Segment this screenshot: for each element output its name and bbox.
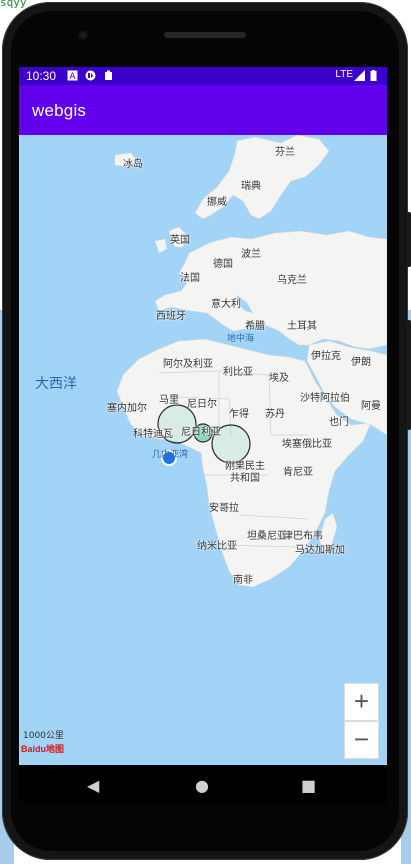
country-label: 阿尔及利亚 [163, 359, 213, 370]
device-screen: 10:30 A LTE webgis 大西洋 地中海 冰岛 芬兰 瑞典 挪威 英… [19, 67, 387, 765]
app-title: webgis [32, 101, 87, 120]
network-type: LTE [335, 69, 353, 80]
country-label: 尼日尔 [187, 399, 217, 410]
sea-label: 地中海 [227, 334, 255, 344]
a-icon: A [67, 70, 78, 82]
country-label: 乌克兰 [277, 275, 307, 286]
country-label: 土耳其 [287, 321, 317, 332]
app-bar: webgis [19, 85, 387, 135]
zoom-in-button[interactable]: + [344, 683, 379, 721]
country-label: 西班牙 [156, 311, 186, 322]
country-label: 伊拉克 [311, 351, 341, 362]
country-label: 德国 [213, 259, 233, 270]
sea-label: 几内亚湾 [152, 450, 189, 460]
country-label: 瑞典 [241, 181, 261, 192]
battery-icon [368, 70, 379, 81]
map-canvas[interactable] [19, 135, 387, 765]
country-label: 冰岛 [123, 159, 143, 170]
recents-button[interactable]: ■ [301, 776, 316, 795]
country-label: 乍得 [229, 409, 249, 420]
stray-text: sqyy [0, 0, 27, 9]
data-icon [85, 70, 96, 81]
home-button[interactable]: ● [195, 776, 209, 795]
country-label: 意大利 [211, 299, 241, 310]
ocean-label: 大西洋 [35, 376, 77, 392]
country-label: 津巴布韦 [283, 531, 323, 542]
back-button[interactable]: ◀ [87, 776, 99, 795]
power-button [407, 320, 411, 430]
status-time: 10:30 [26, 69, 57, 83]
front-camera-icon [78, 30, 88, 40]
baidu-logo: Baidu地图 [21, 744, 65, 754]
volume-button [407, 212, 411, 267]
country-label: 肯尼亚 [283, 467, 313, 478]
country-label: 伊朗 [351, 357, 371, 368]
country-label: 南非 [233, 575, 253, 586]
country-label: 马里 [159, 395, 179, 406]
country-label: 纳米比亚 [197, 541, 237, 552]
country-label: 苏丹 [265, 409, 285, 420]
country-label: 利比亚 [223, 367, 253, 378]
clipboard-icon [103, 70, 114, 81]
navigation-bar: ◀ ● ■ [19, 765, 387, 803]
country-label: 科特迪瓦 [133, 429, 173, 440]
country-label: 希腊 [245, 321, 265, 332]
country-label: 坦桑尼亚 [247, 531, 287, 542]
country-label: 也门 [329, 417, 349, 428]
country-label: 挪威 [207, 197, 227, 208]
country-label: 塞内加尔 [107, 403, 147, 414]
svg-text:A: A [69, 72, 76, 81]
country-label: 尼日利亚 [181, 427, 221, 438]
country-label: 共和国 [230, 473, 260, 484]
map-view[interactable]: 大西洋 地中海 冰岛 芬兰 瑞典 挪威 英国 德国 波兰 乌克兰 法国 意大利 … [19, 135, 387, 765]
country-label: 法国 [180, 273, 200, 284]
country-label: 马达加斯加 [295, 545, 345, 556]
country-label: 沙特阿拉伯 [300, 393, 350, 404]
country-label: 埃及 [269, 373, 289, 384]
country-label: 埃塞俄比亚 [282, 439, 332, 450]
signal-icon [354, 70, 365, 81]
country-label: 英国 [170, 235, 190, 246]
zoom-out-button[interactable]: − [344, 721, 379, 759]
screen-background: sqyy 10:30 A LTE webgis 大西洋 地中海 冰岛 芬兰 瑞典… [0, 0, 411, 864]
country-label: 波兰 [241, 249, 261, 260]
country-label: 阿曼 [361, 401, 381, 412]
country-label: 芬兰 [275, 147, 295, 158]
status-bar: 10:30 A LTE [19, 67, 387, 85]
country-label: 安哥拉 [209, 503, 239, 514]
scale-label: 1000公里 [23, 731, 64, 741]
earpiece-speaker [164, 32, 246, 38]
